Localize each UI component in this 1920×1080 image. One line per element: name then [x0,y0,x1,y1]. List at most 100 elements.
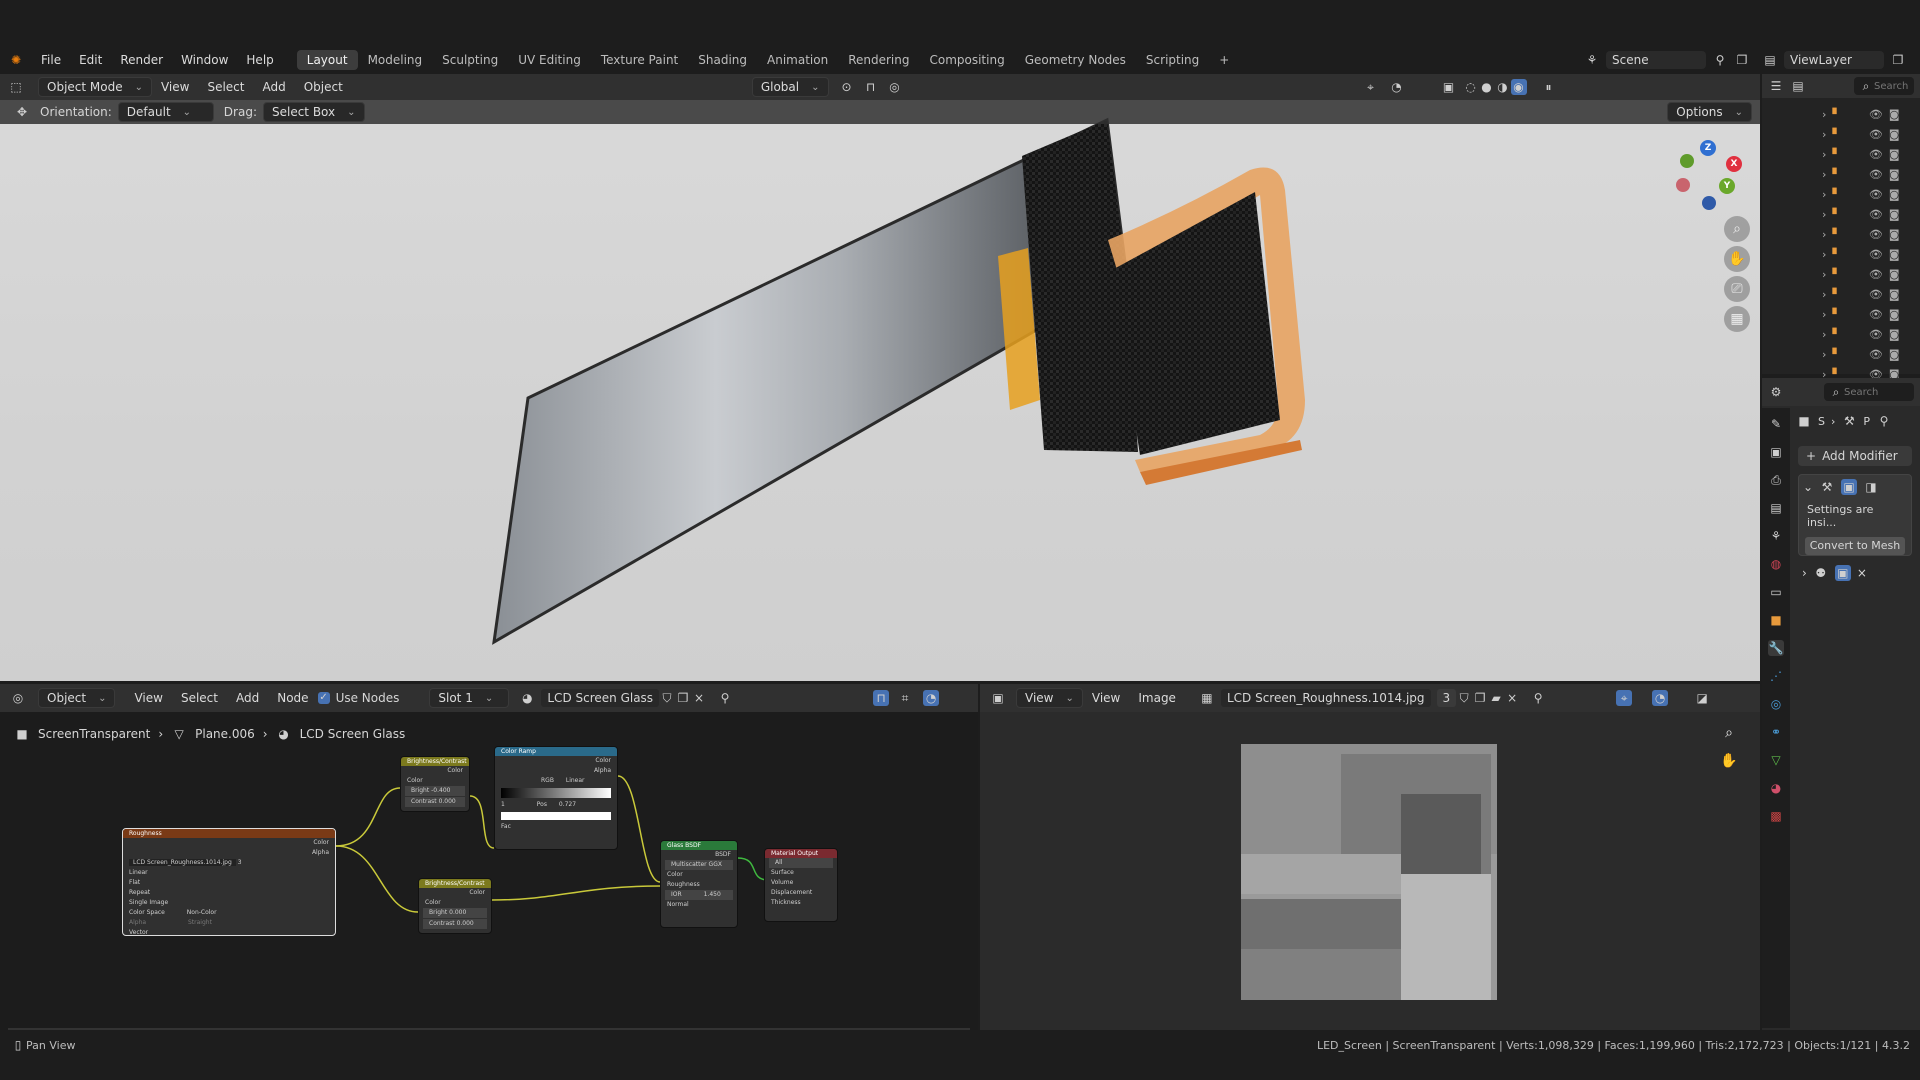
menu-window[interactable]: Window [172,53,237,67]
ramp-gradient[interactable] [501,788,611,798]
outliner-row[interactable]: › ▘ 👁 ◙ [1762,324,1920,344]
tab-uv-editing[interactable]: UV Editing [508,50,591,70]
node-editor-canvas[interactable]: ■ ScreenTransparent › ▽ Plane.006 › ◕ LC… [0,712,978,1030]
scene-field[interactable]: Scene [1606,51,1706,69]
output-tab-icon[interactable]: ⎙ [1768,472,1784,488]
chevron-right-icon[interactable]: › [1822,248,1826,261]
move-tool-icon[interactable]: ✥ [14,104,30,120]
image-field[interactable]: LCD Screen_Roughness.1014.jpg 3 [123,858,335,868]
viewlayer-icon[interactable]: ▤ [1762,52,1778,68]
object-tab-icon[interactable]: ■ [1768,612,1784,628]
image-pan-hand-icon[interactable]: ✋ [1716,748,1742,774]
visibility-eye-icon[interactable]: 👁 [1869,208,1883,221]
image-zoom-icon[interactable]: ⌕ [1716,720,1742,746]
gizmo-neg-y[interactable] [1680,154,1694,168]
material-output-node[interactable]: Material Output All Surface Volume Displ… [764,848,838,922]
visibility-eye-icon[interactable]: 👁 [1869,328,1883,341]
alpha-field[interactable]: Alpha Straight [123,918,335,928]
visibility-eye-icon[interactable]: 👁 [1869,248,1883,261]
image-name-field[interactable]: LCD Screen_Roughness.1014.jpg [1220,689,1431,707]
collection-tab-icon[interactable]: ▭ [1768,584,1784,600]
visibility-eye-icon[interactable]: 👁 [1869,128,1883,141]
contrast-field[interactable]: Contrast 0.000 [405,797,465,807]
outliner-row[interactable]: › ▘ 👁 ◙ [1762,184,1920,204]
viewport-add-menu[interactable]: Add [254,80,295,94]
colorspace-field[interactable]: Color Space Non-Color [123,908,335,918]
visibility-eye-icon[interactable]: 👁 [1869,108,1883,121]
render-camera-icon[interactable]: ◙ [1889,328,1900,341]
menu-file[interactable]: File [32,53,70,67]
visibility-eye-icon[interactable]: 👁 [1869,228,1883,241]
glass-bsdf-node[interactable]: Glass BSDF BSDF Multiscatter GGX Color R… [660,840,738,928]
render-camera-icon[interactable]: ◙ [1889,168,1900,181]
viewport-object-menu[interactable]: Object [295,80,352,94]
tab-sculpting[interactable]: Sculpting [432,50,508,70]
material-browse-icon[interactable]: ◕ [519,690,535,706]
gizmo-z-axis[interactable]: Z [1700,140,1716,156]
fake-user-icon[interactable]: ⛉ [1456,690,1472,706]
bright-field[interactable]: Bright 0.000 [423,908,487,918]
node-view-menu[interactable]: View [125,691,171,705]
pause-icon[interactable]: ⏸ [1541,79,1557,95]
properties-search-input[interactable] [1844,386,1904,398]
tab-geometry-nodes[interactable]: Geometry Nodes [1015,50,1136,70]
realtime-toggle-icon[interactable]: ▣ [1841,479,1858,495]
chevron-right-icon[interactable]: › [1822,308,1826,321]
material-name-field[interactable]: LCD Screen Glass [541,689,660,707]
outliner-row[interactable]: › ▘ 👁 ◙ [1762,164,1920,184]
ramp-mode-row[interactable]: RGB Linear [495,776,617,786]
pin-icon[interactable]: ⚲ [1712,52,1728,68]
image-image-menu[interactable]: Image [1129,691,1185,705]
chevron-right-icon[interactable]: › [1822,148,1826,161]
chevron-right-icon[interactable]: › [1822,268,1826,281]
image-view-dropdown[interactable]: View [1016,688,1083,708]
chevron-right-icon[interactable]: › [1822,168,1826,181]
render-toggle-icon[interactable]: ◨ [1863,479,1879,495]
outliner-row[interactable]: › ▘ 👁 ◙ [1762,264,1920,284]
mode-dropdown[interactable]: Object Mode [38,77,152,97]
render-camera-icon[interactable]: ◙ [1889,128,1900,141]
tab-layout[interactable]: Layout [296,50,358,70]
constraints-tab-icon[interactable]: ⚭ [1768,724,1784,740]
node-editor-type-icon[interactable]: ◎ [10,690,26,706]
gizmo-x-axis[interactable]: X [1726,156,1742,172]
shading-solid-icon[interactable]: ● [1479,79,1495,95]
chevron-right-icon[interactable]: › [1822,188,1826,201]
properties-type-icon[interactable]: ⚙ [1768,384,1784,400]
tab-shading[interactable]: Shading [688,50,757,70]
modifier-tab-icon[interactable]: 🔧 [1768,640,1784,656]
distribution-field[interactable]: Multiscatter GGX [665,860,733,870]
drag-dropdown[interactable]: Select Box [262,102,365,122]
zoom-icon[interactable]: ⌕ [1724,216,1750,242]
node-overlay-icon[interactable]: ◔ [923,690,940,706]
ortho-grid-icon[interactable]: ▦ [1724,306,1750,332]
image-browse-icon[interactable]: ▦ [1199,690,1215,706]
outliner-row[interactable]: › ▘ 👁 ◙ [1762,304,1920,324]
chevron-down-icon[interactable]: ⌄ [1803,480,1813,494]
material-tab-icon[interactable]: ◕ [1768,780,1784,796]
target-field[interactable]: All [769,858,833,868]
menu-render[interactable]: Render [111,53,172,67]
data-tab-icon[interactable]: ▽ [1768,752,1784,768]
convert-to-mesh-button[interactable]: Convert to Mesh [1805,537,1905,555]
open-folder-icon[interactable]: ▰ [1488,690,1504,706]
outliner-search[interactable]: ⌕ [1854,77,1914,95]
add-modifier-button[interactable]: + Add Modifier [1798,446,1912,466]
viewport-select-menu[interactable]: Select [198,80,253,94]
menu-edit[interactable]: Edit [70,53,111,67]
gizmo-toggle-icon[interactable]: ⌖ [1363,79,1379,95]
chevron-right-icon[interactable]: › [1822,128,1826,141]
render-camera-icon[interactable]: ◙ [1889,108,1900,121]
close-icon[interactable]: × [1857,566,1867,580]
gizmo-neg-z[interactable] [1702,196,1716,210]
visibility-eye-icon[interactable]: 👁 [1869,308,1883,321]
shading-rendered-icon[interactable]: ◉ [1510,79,1527,95]
xray-icon[interactable]: ▣ [1441,79,1457,95]
properties-search[interactable]: ⌕ [1824,383,1914,401]
contrast-field[interactable]: Contrast 0.000 [423,919,487,929]
snap-icon[interactable]: ⊓ [863,79,879,95]
projection-field[interactable]: Flat [123,878,335,888]
outliner-row[interactable]: › ▘ 👁 ◙ [1762,104,1920,124]
chevron-right-icon[interactable]: › [1822,228,1826,241]
image-view-menu[interactable]: View [1083,691,1129,705]
